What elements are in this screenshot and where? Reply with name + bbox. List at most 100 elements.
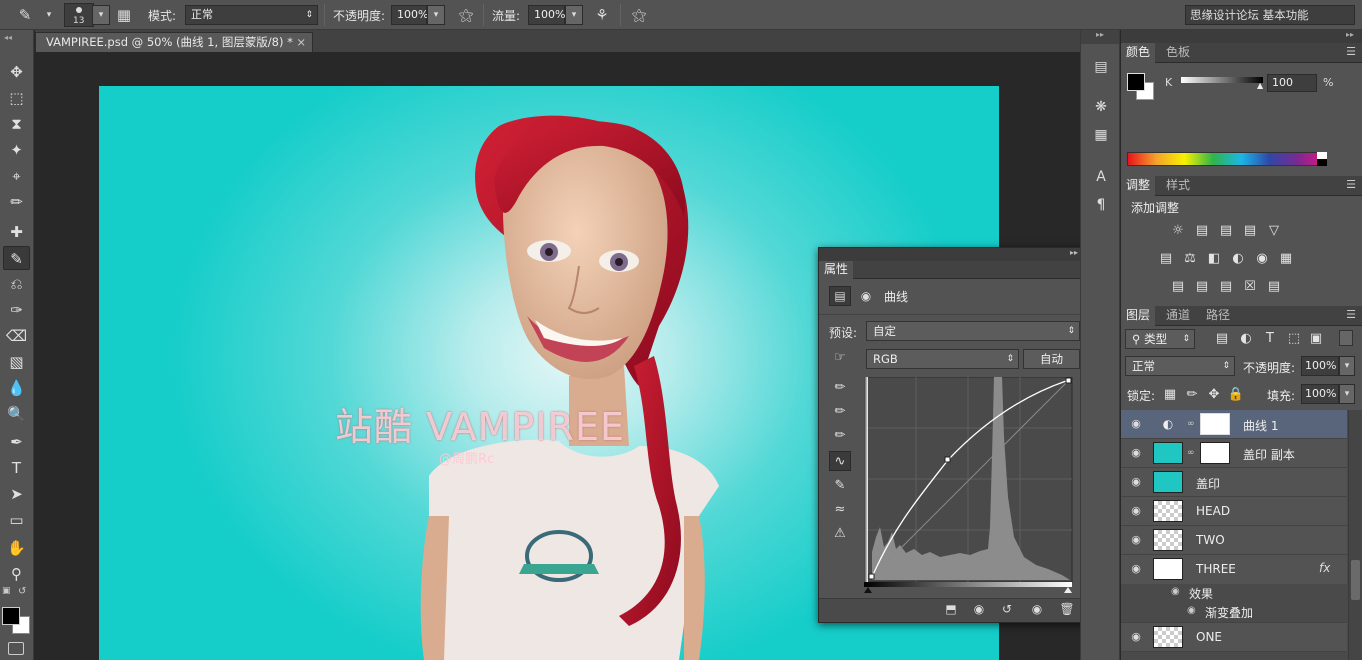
- clone-stamp-tool-icon[interactable]: ⎌: [3, 272, 30, 296]
- eraser-tool-icon[interactable]: ⌫: [3, 324, 30, 348]
- lock-transparent-icon[interactable]: ▦: [1161, 387, 1179, 403]
- blend-mode-select[interactable]: 正常 ⇕: [1125, 356, 1235, 376]
- dodge-tool-icon[interactable]: 🔍: [3, 402, 30, 426]
- tool-preset-dropdown-icon[interactable]: ▾: [38, 4, 60, 26]
- visibility-eye-icon[interactable]: ◉: [1129, 562, 1143, 576]
- layer-row[interactable]: ◉ ONE: [1121, 623, 1347, 652]
- layer-row[interactable]: ◉ 盖印: [1121, 468, 1347, 497]
- curves-icon[interactable]: ▤: [1217, 223, 1235, 239]
- gradient-map-icon[interactable]: ▤: [1265, 279, 1283, 295]
- filter-pixel-icon[interactable]: ▤: [1213, 331, 1231, 347]
- k-slider[interactable]: [1181, 77, 1263, 83]
- layer-filter-select[interactable]: ⚲ 类型 ⇕: [1125, 329, 1195, 349]
- mask-thumbnail[interactable]: [1200, 413, 1230, 435]
- tab-properties[interactable]: 属性: [819, 261, 854, 279]
- invert-icon[interactable]: ▤: [1169, 279, 1187, 295]
- crop-tool-icon[interactable]: ⌖: [3, 164, 30, 188]
- threshold-icon[interactable]: ▤: [1217, 279, 1235, 295]
- filter-smart-object-icon[interactable]: ▣: [1307, 331, 1325, 347]
- foreground-color-swatch[interactable]: [2, 607, 20, 625]
- flow-slider-arrow-icon[interactable]: ▾: [565, 5, 583, 25]
- panel-menu-icon[interactable]: ☰: [1346, 45, 1356, 58]
- selective-color-icon[interactable]: ☒: [1241, 279, 1259, 295]
- brush-panel-toggle-icon[interactable]: ▦: [113, 4, 135, 26]
- expand-panels-icon[interactable]: ▸▸: [1081, 30, 1119, 44]
- brush-presets-icon[interactable]: ▦: [1090, 124, 1112, 146]
- draw-curve-pencil-icon[interactable]: ✎: [829, 476, 851, 496]
- character-panel-icon[interactable]: A: [1090, 166, 1112, 188]
- visibility-eye-icon[interactable]: ◉: [1129, 446, 1143, 460]
- lock-position-icon[interactable]: ✥: [1205, 387, 1223, 403]
- layer-row[interactable]: ◉ ∞ 盖印 副本: [1121, 439, 1347, 468]
- visibility-eye-icon[interactable]: ◉: [1129, 417, 1143, 431]
- workspace-switcher[interactable]: 思缘设计论坛 基本功能: [1185, 5, 1355, 25]
- k-value-input[interactable]: 100: [1267, 74, 1317, 92]
- view-previous-state-icon[interactable]: ◉: [969, 602, 989, 620]
- effects-row[interactable]: ◉ 效果: [1121, 584, 1347, 603]
- marquee-tool-icon[interactable]: ⬚: [3, 86, 30, 110]
- auto-button[interactable]: 自动: [1023, 349, 1080, 369]
- channel-mixer-icon[interactable]: ◉: [1253, 251, 1271, 267]
- close-tab-icon[interactable]: ×: [296, 33, 306, 51]
- filter-adjustment-icon[interactable]: ◐: [1237, 331, 1255, 347]
- quick-select-tool-icon[interactable]: ✦: [3, 138, 30, 162]
- layer-opacity-input[interactable]: 100%: [1301, 356, 1339, 376]
- layer-row[interactable]: ◉ THREE fx: [1121, 555, 1347, 584]
- delete-adjustment-icon[interactable]: 🗑: [1057, 602, 1077, 620]
- smooth-curve-icon[interactable]: ≈: [829, 500, 851, 520]
- history-brush-tool-icon[interactable]: ✑: [3, 298, 30, 322]
- curves-graph[interactable]: [864, 377, 1076, 595]
- levels-icon[interactable]: ▤: [1193, 223, 1211, 239]
- pressure-opacity-icon[interactable]: ⚝: [455, 4, 477, 26]
- tab-channels[interactable]: 通道: [1161, 306, 1195, 326]
- targeted-adjust-hand-icon[interactable]: ☞: [829, 350, 851, 368]
- tab-adjustments[interactable]: 调整: [1121, 176, 1156, 196]
- sample-white-point-icon[interactable]: ✏: [829, 426, 851, 446]
- brush-tool-icon[interactable]: ✎: [3, 246, 30, 270]
- color-lookup-icon[interactable]: ▦: [1277, 251, 1295, 267]
- fill-input[interactable]: 100%: [1301, 384, 1339, 404]
- exposure-icon[interactable]: ▤: [1241, 223, 1259, 239]
- clip-to-layer-icon[interactable]: ⬒: [941, 602, 961, 620]
- color-spectrum-ramp[interactable]: [1127, 152, 1327, 166]
- visibility-eye-icon[interactable]: ◉: [1129, 504, 1143, 518]
- layer-mask-icon[interactable]: ◉: [855, 286, 877, 306]
- toggle-visibility-icon[interactable]: ◉: [1027, 602, 1047, 620]
- filter-shape-icon[interactable]: ⬚: [1285, 331, 1303, 347]
- brush-preset-picker[interactable]: 13: [64, 3, 94, 27]
- brush-picker-arrow-icon[interactable]: ▾: [92, 5, 110, 25]
- reset-icon[interactable]: ↺: [997, 602, 1017, 620]
- fx-badge[interactable]: fx: [1319, 561, 1330, 575]
- healing-brush-tool-icon[interactable]: ✚: [3, 220, 30, 244]
- gradient-tool-icon[interactable]: ▧: [3, 350, 30, 374]
- spectrum-white-swatch[interactable]: [1317, 152, 1327, 159]
- lock-all-icon[interactable]: 🔒: [1227, 387, 1245, 403]
- visibility-eye-icon[interactable]: ◉: [1171, 586, 1180, 597]
- shape-tool-icon[interactable]: ▭: [3, 508, 30, 532]
- vibrance-icon[interactable]: ▽: [1265, 223, 1283, 239]
- black-white-icon[interactable]: ◧: [1205, 251, 1223, 267]
- panel-menu-icon[interactable]: ☰: [1346, 308, 1356, 321]
- path-select-tool-icon[interactable]: ➤: [3, 482, 30, 506]
- visibility-eye-icon[interactable]: ◉: [1187, 605, 1196, 616]
- color-balance-icon[interactable]: ⚖: [1181, 251, 1199, 267]
- scrollbar-thumb[interactable]: [1351, 560, 1360, 600]
- pen-tool-icon[interactable]: ✒: [3, 430, 30, 454]
- airbrush-icon[interactable]: ⚘: [591, 4, 613, 26]
- default-colors-icon[interactable]: ▣: [2, 586, 11, 596]
- eyedropper-tool-icon[interactable]: ✏: [3, 190, 30, 214]
- opacity-input[interactable]: 100%: [391, 5, 428, 25]
- pressure-size-icon[interactable]: ⚝: [628, 4, 650, 26]
- tab-styles[interactable]: 样式: [1161, 176, 1195, 196]
- slider-thumb-icon[interactable]: ▲: [1257, 81, 1263, 90]
- chain-link-icon[interactable]: ∞: [1187, 419, 1195, 429]
- channel-select[interactable]: RGB ⇕: [866, 349, 1019, 369]
- lasso-tool-icon[interactable]: ⧗: [3, 112, 30, 136]
- brightness-contrast-icon[interactable]: ☼: [1169, 223, 1187, 239]
- lock-image-icon[interactable]: ✏: [1183, 387, 1201, 403]
- hue-saturation-icon[interactable]: ▤: [1157, 251, 1175, 267]
- spectrum-black-swatch[interactable]: [1317, 159, 1327, 166]
- hand-tool-icon[interactable]: ✋: [3, 536, 30, 560]
- filter-type-icon[interactable]: T: [1261, 331, 1279, 347]
- photo-filter-icon[interactable]: ◐: [1229, 251, 1247, 267]
